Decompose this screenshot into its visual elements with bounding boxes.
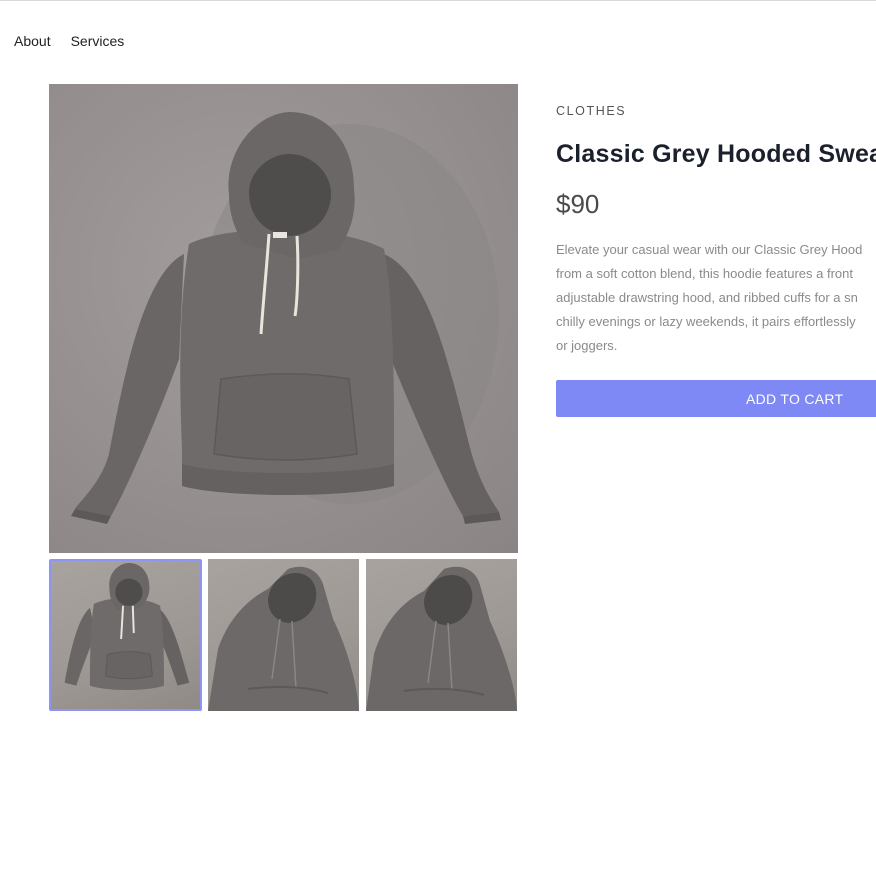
top-nav: About Services bbox=[14, 33, 124, 49]
nav-link-services[interactable]: Services bbox=[71, 33, 125, 49]
hoodie-hood-closeup-thumb-2 bbox=[366, 566, 517, 711]
thumbnail-2[interactable] bbox=[208, 559, 359, 711]
thumbnail-strip bbox=[49, 559, 517, 711]
hoodie-hood-closeup-thumb bbox=[208, 566, 359, 711]
main-product-image bbox=[49, 84, 518, 553]
product-details: CLOTHES Classic Grey Hooded Swea $90 Ele… bbox=[556, 104, 876, 358]
product-category: CLOTHES bbox=[556, 104, 627, 118]
nav-link-about[interactable]: About bbox=[14, 33, 51, 49]
add-to-cart-button[interactable]: ADD TO CART bbox=[556, 380, 876, 417]
hoodie-front-thumb bbox=[64, 562, 190, 691]
product-price: $90 bbox=[556, 189, 600, 219]
thumbnail-1-selected[interactable] bbox=[49, 559, 202, 711]
top-divider bbox=[0, 0, 876, 1]
product-title: Classic Grey Hooded Swea bbox=[556, 140, 876, 168]
product-description: Elevate your casual wear with our Classi… bbox=[556, 242, 863, 353]
thumbnail-3[interactable] bbox=[366, 559, 517, 711]
hoodie-front-picture bbox=[71, 112, 501, 524]
